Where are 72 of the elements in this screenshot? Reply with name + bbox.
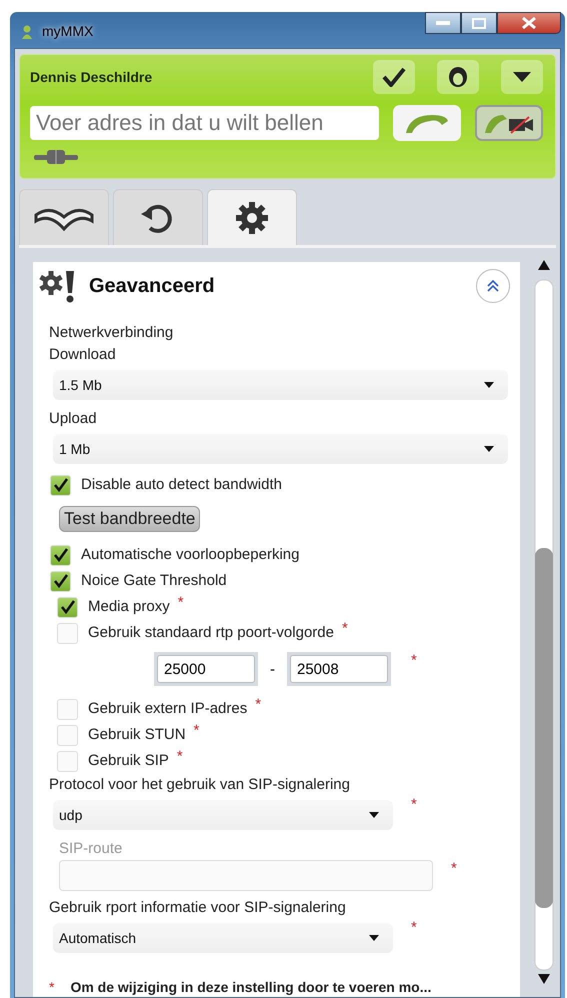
user-icon xyxy=(22,25,32,39)
field-label: Protocol voor het gebruik van SIP-signalering xyxy=(49,775,351,795)
footnote: Om de wijziging in deze instelling door te voeren mo... xyxy=(70,979,432,995)
status-button[interactable] xyxy=(373,60,415,94)
checkbox-label: Noice Gate Threshold xyxy=(81,571,227,591)
profile-icon xyxy=(448,66,468,88)
close-icon xyxy=(522,17,536,29)
dropdown[interactable]: 1.5 Mb xyxy=(53,370,508,400)
checkbox-label: Automatische voorloopbeperking xyxy=(81,545,300,565)
checkbox[interactable] xyxy=(50,474,71,496)
required-mark: * xyxy=(176,748,183,765)
tab[interactable] xyxy=(113,189,203,245)
section-label: Netwerkverbinding xyxy=(49,323,174,343)
caret-icon xyxy=(513,72,531,82)
port-field[interactable]: 25000 xyxy=(154,652,258,686)
maximize-icon xyxy=(472,18,486,28)
required-mark: * xyxy=(411,919,417,936)
maximize-button[interactable] xyxy=(461,12,497,34)
address-field[interactable]: Voer adres in dat u wilt bellen xyxy=(30,106,379,140)
dropdown[interactable]: 1 Mb xyxy=(53,434,508,464)
window-title: myMMX xyxy=(42,23,94,39)
field-label: Gebruik rport informatie voor SIP-signalering xyxy=(49,898,347,918)
field-label: SIP-route xyxy=(59,839,124,859)
field-label: Upload xyxy=(49,409,98,429)
required-mark: * xyxy=(49,979,54,995)
dropdown[interactable]: Automatisch xyxy=(53,923,393,953)
field-label: Download xyxy=(49,345,117,365)
required-mark: * xyxy=(342,620,348,637)
checkbox-label: Gebruik STUN xyxy=(88,725,186,745)
checkbox-label: Gebruik standaard rtp poort-volgorde xyxy=(88,623,334,643)
checkbox-label: Gebruik SIP xyxy=(88,751,169,771)
checkbox[interactable] xyxy=(50,570,71,592)
minimize-icon xyxy=(436,21,450,25)
checkbox-label: Gebruik extern IP-adres xyxy=(88,699,248,719)
chevrons-icon xyxy=(486,279,500,293)
checkbox-label: Disable auto detect bandwidth xyxy=(81,475,282,495)
test-bandwidth-button[interactable]: Test bandbreedte xyxy=(59,506,200,532)
checkmark-icon xyxy=(382,67,406,87)
dropdown[interactable]: udp xyxy=(53,800,393,830)
checkbox-label: Media proxy xyxy=(88,597,170,617)
required-mark: * xyxy=(194,722,200,739)
required-mark: * xyxy=(255,696,262,713)
avatar-button[interactable] xyxy=(437,60,479,94)
minimize-button[interactable] xyxy=(425,12,461,34)
required-mark: * xyxy=(411,652,417,669)
caret-icon xyxy=(369,935,379,941)
range-separator: - xyxy=(270,660,275,678)
checkbox[interactable] xyxy=(57,698,78,720)
checkbox[interactable] xyxy=(57,596,78,618)
gear-icon xyxy=(234,200,270,236)
gear-warning-icon xyxy=(39,269,77,303)
caret-icon xyxy=(369,812,379,818)
call-button[interactable] xyxy=(393,105,461,141)
checkbox[interactable] xyxy=(57,750,78,772)
checkbox[interactable] xyxy=(57,724,78,746)
port-field[interactable]: 25008 xyxy=(287,652,391,686)
checkbox[interactable] xyxy=(50,544,71,566)
user-name: Dennis Deschildre xyxy=(30,69,154,85)
section-title: Geavanceerd xyxy=(89,274,216,298)
tab[interactable] xyxy=(19,189,109,245)
caret-icon xyxy=(484,446,494,452)
menu-button[interactable] xyxy=(501,60,543,94)
close-button[interactable] xyxy=(497,12,561,34)
caret-icon xyxy=(484,382,494,388)
collapse-button[interactable] xyxy=(476,269,510,303)
required-mark: * xyxy=(411,796,417,813)
checkbox[interactable] xyxy=(57,622,78,644)
required-mark: * xyxy=(451,860,457,877)
video-call-button[interactable] xyxy=(475,105,543,141)
tab[interactable] xyxy=(207,189,297,245)
plug-icon xyxy=(34,149,78,165)
required-mark: * xyxy=(178,594,184,611)
